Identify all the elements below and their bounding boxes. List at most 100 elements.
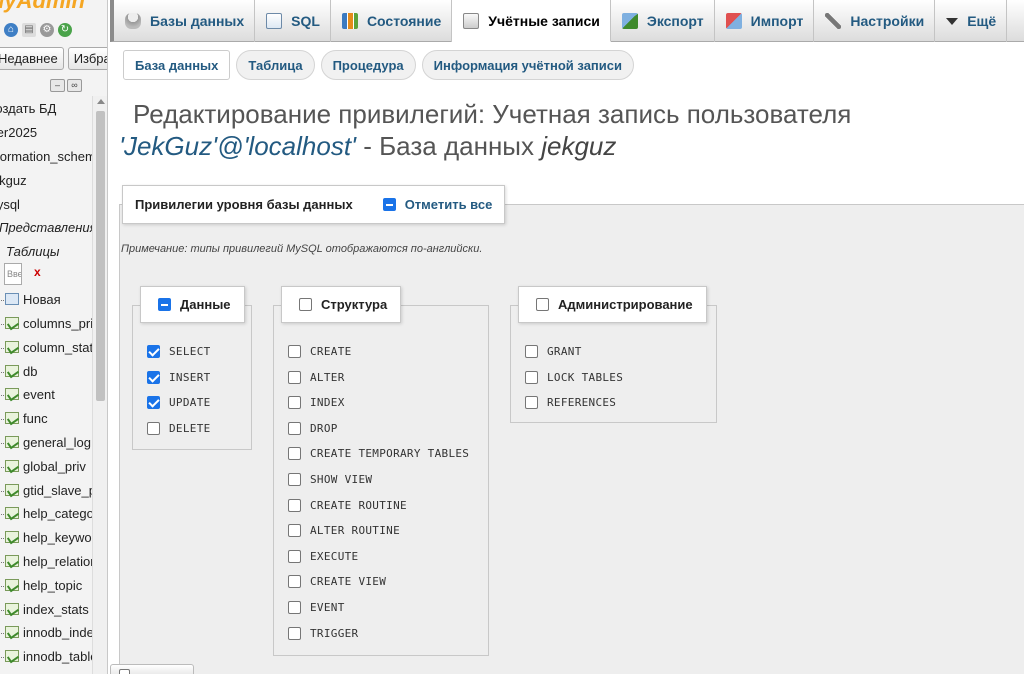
privilege-checkbox[interactable] xyxy=(525,396,538,410)
group-structure-legend[interactable]: Структура xyxy=(281,286,402,323)
privilege-checkbox-row[interactable]: GRANT xyxy=(525,345,582,358)
privilege-checkbox[interactable] xyxy=(147,421,160,435)
privilege-label[interactable]: SELECT xyxy=(169,345,211,358)
privilege-label[interactable]: UPDATE xyxy=(169,396,211,409)
group-administration-legend[interactable]: Администрирование xyxy=(518,286,707,323)
subtab-database[interactable]: База данных xyxy=(123,50,231,80)
privilege-checkbox[interactable] xyxy=(288,626,301,640)
privilege-label[interactable]: CREATE TEMPORARY TABLES xyxy=(310,447,469,460)
nav-table-item[interactable]: global_priv xyxy=(0,458,86,476)
privilege-checkbox-row[interactable]: DROP xyxy=(288,421,338,435)
privilege-checkbox[interactable] xyxy=(525,345,538,358)
privilege-checkbox-row[interactable]: SELECT xyxy=(147,345,211,358)
privilege-label[interactable]: REFERENCES xyxy=(547,396,616,409)
privilege-label[interactable]: TRIGGER xyxy=(310,627,358,640)
privilege-checkbox-row[interactable]: CREATE xyxy=(288,345,352,358)
nav-table-item[interactable]: column_stats xyxy=(0,339,100,357)
tab-databases[interactable]: Базы данных xyxy=(114,0,256,42)
privilege-checkbox-row[interactable]: CREATE TEMPORARY TABLES xyxy=(288,447,469,461)
privilege-label[interactable]: ALTER ROUTINE xyxy=(310,524,400,537)
group-structure-checkbox[interactable] xyxy=(299,298,312,311)
privilege-label[interactable]: DROP xyxy=(310,422,338,435)
nav-table-item[interactable]: index_stats xyxy=(0,601,89,619)
privilege-checkbox-row[interactable]: ALTER ROUTINE xyxy=(288,524,400,538)
privilege-checkbox[interactable] xyxy=(288,524,301,538)
subtab-routine[interactable]: Процедура xyxy=(320,50,416,80)
nav-table-item[interactable]: help_category xyxy=(0,505,105,523)
privilege-checkbox-row[interactable]: DELETE xyxy=(147,421,211,435)
privilege-checkbox[interactable] xyxy=(288,396,301,410)
privilege-label[interactable]: EXECUTE xyxy=(310,550,358,563)
scrollbar-thumb[interactable] xyxy=(96,111,105,401)
nav-item-db-ser2025[interactable]: Ser2025 xyxy=(0,124,37,142)
privilege-label[interactable]: EVENT xyxy=(310,601,345,614)
filter-clear-button[interactable]: x xyxy=(34,265,41,279)
group-administration-checkbox[interactable] xyxy=(536,298,549,311)
tab-sql[interactable]: SQL xyxy=(255,0,331,42)
privilege-checkbox[interactable] xyxy=(288,549,301,563)
nav-table-item[interactable]: columns_priv xyxy=(0,315,100,333)
privilege-label[interactable]: INSERT xyxy=(169,371,211,384)
link-with-main-icon[interactable]: ∞ xyxy=(67,79,82,92)
privilege-checkbox[interactable] xyxy=(147,396,160,410)
home-icon[interactable]: ⌂ xyxy=(4,23,18,37)
privilege-checkbox-row[interactable]: SHOW VIEW xyxy=(288,473,372,486)
nav-item-new-table[interactable]: Новая xyxy=(0,291,61,309)
tab-user-accounts[interactable]: Учётные записи xyxy=(452,0,611,42)
privilege-checkbox[interactable] xyxy=(288,601,301,614)
console-checkbox[interactable] xyxy=(119,669,130,674)
privilege-checkbox[interactable] xyxy=(288,345,301,358)
privilege-label[interactable]: LOCK TABLES xyxy=(547,371,623,384)
privilege-checkbox[interactable] xyxy=(288,498,301,512)
tab-more[interactable]: Ещё xyxy=(935,0,1008,42)
privilege-checkbox-row[interactable]: REFERENCES xyxy=(525,396,616,410)
privilege-checkbox-row[interactable]: INDEX xyxy=(288,396,345,410)
nav-item-views[interactable]: Представления xyxy=(0,219,97,237)
subtab-table[interactable]: Таблица xyxy=(236,50,315,80)
privilege-checkbox[interactable] xyxy=(288,447,301,461)
nav-item-db-mysql[interactable]: mysql xyxy=(0,196,20,214)
privilege-checkbox[interactable] xyxy=(147,370,160,384)
privilege-checkbox[interactable] xyxy=(525,370,538,384)
subtab-account-info[interactable]: Информация учётной записи xyxy=(421,50,634,80)
privilege-label[interactable]: CREATE xyxy=(310,345,352,358)
privilege-label[interactable]: ALTER xyxy=(310,371,345,384)
tab-status[interactable]: Состояние xyxy=(331,0,453,42)
nav-item-tables[interactable]: Таблицы xyxy=(6,243,59,261)
group-data-legend[interactable]: Данные xyxy=(140,286,245,323)
privilege-checkbox-row[interactable]: LOCK TABLES xyxy=(525,370,623,384)
nav-table-item[interactable]: event xyxy=(0,386,55,404)
nav-item-new-db[interactable]: Создать БД xyxy=(0,100,56,118)
nav-table-item[interactable]: help_relation xyxy=(0,553,97,571)
docs-icon[interactable]: ▤ xyxy=(22,23,36,37)
gear-icon[interactable]: ⚙ xyxy=(40,23,54,37)
nav-item-db-information-schema[interactable]: information_schema xyxy=(0,148,103,166)
table-filter-input[interactable]: Введите xyxy=(4,263,22,285)
privilege-label[interactable]: SHOW VIEW xyxy=(310,473,372,486)
nav-tab-favorites[interactable]: Избранное xyxy=(67,47,107,70)
reload-icon[interactable]: ↻ xyxy=(58,23,72,37)
privilege-label[interactable]: INDEX xyxy=(310,396,345,409)
privilege-checkbox[interactable] xyxy=(288,421,301,435)
privilege-checkbox-row[interactable]: UPDATE xyxy=(147,396,211,410)
collapse-all-icon[interactable]: – xyxy=(50,79,65,92)
check-all-checkbox[interactable] xyxy=(382,198,396,211)
privilege-checkbox-row[interactable]: INSERT xyxy=(147,370,211,384)
privilege-checkbox-row[interactable]: CREATE VIEW xyxy=(288,575,386,589)
privilege-label[interactable]: CREATE ROUTINE xyxy=(310,499,407,512)
nav-tab-recent[interactable]: Недавнее xyxy=(0,47,64,70)
privilege-checkbox-row[interactable]: ALTER xyxy=(288,370,345,384)
group-data-checkbox[interactable] xyxy=(158,298,171,311)
privilege-checkbox[interactable] xyxy=(288,473,301,486)
privilege-label[interactable]: CREATE VIEW xyxy=(310,575,386,588)
nav-table-item[interactable]: general_log xyxy=(0,434,91,452)
check-all-toggle[interactable]: Отметить все xyxy=(382,197,492,212)
phpmyadmin-logo[interactable]: MyAdmin xyxy=(0,0,85,14)
privilege-checkbox-row[interactable]: TRIGGER xyxy=(288,626,358,640)
tab-import[interactable]: Импорт xyxy=(715,0,815,42)
scroll-up-arrow-icon[interactable] xyxy=(97,99,105,104)
privilege-label[interactable]: GRANT xyxy=(547,345,582,358)
privilege-checkbox[interactable] xyxy=(147,345,160,358)
privilege-checkbox-row[interactable]: EXECUTE xyxy=(288,549,358,563)
console-toggle-button[interactable] xyxy=(110,664,194,674)
